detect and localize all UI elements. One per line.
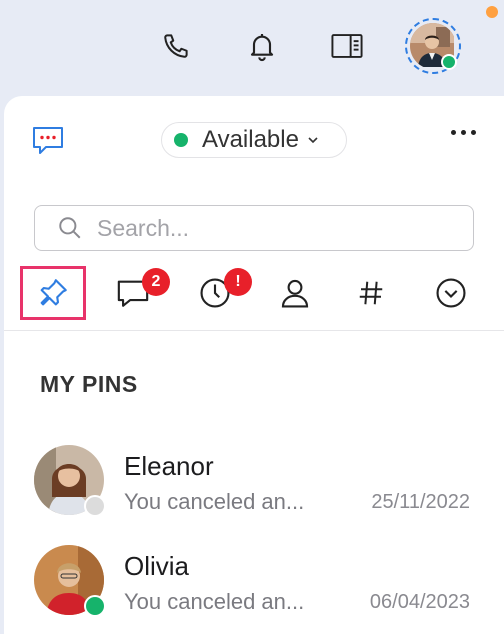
list-item[interactable]: Eleanor You canceled an... 25/11/2022 [4,445,504,525]
tab-channels[interactable] [338,266,404,320]
section-title: MY PINS [40,371,138,397]
user-presence-dot [441,54,457,70]
more-dot [461,130,466,135]
user-avatar-button[interactable] [405,18,461,74]
tab-chats[interactable]: 2 [100,266,170,320]
phone-button[interactable] [156,26,196,66]
message-preview: You canceled an... [124,589,305,614]
unread-badge: 2 [142,268,170,296]
bell-icon [250,34,274,61]
alert-badge: ! [224,268,252,296]
message-date: 06/04/2023 [369,591,470,613]
list-item[interactable]: Olivia You canceled an... 06/04/2023 [4,545,504,625]
presence-dot [84,595,106,617]
pin-icon [40,279,67,306]
tab-more[interactable] [418,266,484,320]
main-panel: Available Search... 2 ! MY PINS Eleanor … [4,96,504,634]
chat-dots-icon [33,127,63,154]
contact-name: Olivia [124,551,190,581]
presence-dot [84,495,106,517]
message-preview: You canceled an... [124,489,305,514]
tab-contacts[interactable] [262,266,328,320]
search-input[interactable]: Search... [97,215,189,242]
side-panel-button[interactable] [327,26,367,66]
top-bar [0,0,504,96]
more-options-button[interactable] [451,130,476,135]
status-indicator [174,133,188,147]
chevron-down-circle-icon [436,278,466,308]
notification-dot [486,6,498,18]
message-date: 25/11/2022 [371,491,470,513]
chevron-down-icon [308,137,318,144]
person-icon [281,279,309,308]
phone-icon [164,34,188,58]
panel-toggle-icon [331,34,363,58]
notifications-button[interactable] [242,26,282,66]
more-dot [451,130,456,135]
contact-name: Eleanor [124,451,214,481]
tab-recents[interactable]: ! [182,266,252,320]
tab-bar: 2 ! [4,266,504,331]
new-chat-button[interactable] [30,122,66,158]
tab-pins[interactable] [20,266,86,320]
more-dot [471,130,476,135]
status-selector[interactable]: Available [161,122,347,158]
search-box[interactable]: Search... [34,205,474,251]
search-icon [59,217,81,239]
hash-icon [359,281,383,305]
status-label: Available [202,126,299,153]
